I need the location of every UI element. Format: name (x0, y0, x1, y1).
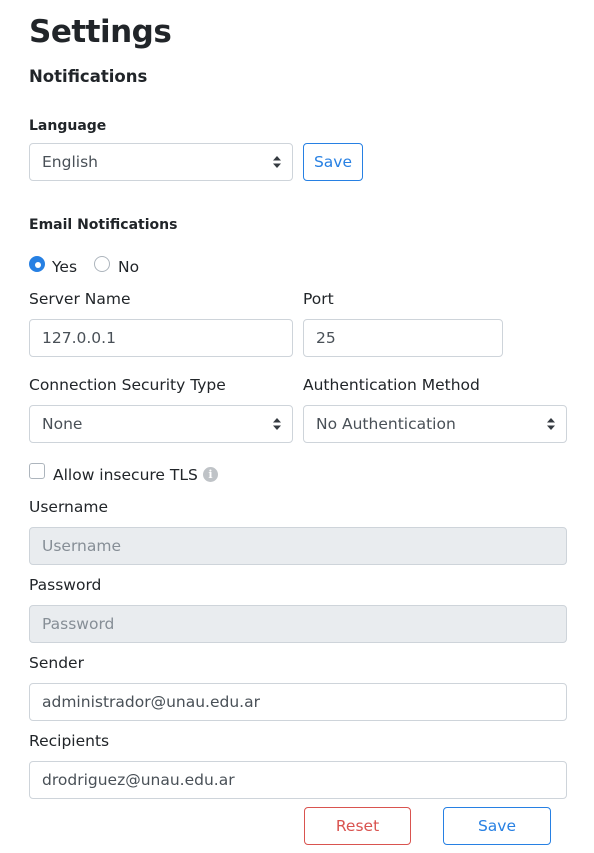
recipients-input[interactable]: drodriguez@unau.edu.ar (29, 761, 567, 799)
sender-input[interactable]: administrador@unau.edu.ar (29, 683, 567, 721)
authentication-method-value: No Authentication (316, 415, 456, 433)
select-arrows-icon (273, 156, 281, 168)
port-input[interactable]: 25 (303, 319, 503, 357)
port-value: 25 (316, 329, 336, 347)
language-select[interactable]: English (29, 143, 293, 181)
server-name-input[interactable]: 127.0.0.1 (29, 319, 293, 357)
email-notifications-yes-radio[interactable] (29, 256, 45, 272)
reset-button[interactable]: Reset (304, 807, 411, 845)
connection-security-label: Connection Security Type (29, 376, 226, 394)
password-placeholder: Password (42, 615, 115, 633)
select-arrows-icon (273, 418, 281, 430)
section-title: Notifications (29, 67, 148, 86)
username-label: Username (29, 498, 109, 516)
allow-insecure-tls-label[interactable]: Allow insecure TLS (53, 464, 198, 486)
allow-insecure-tls-checkbox[interactable] (29, 463, 45, 479)
connection-security-select[interactable]: None (29, 405, 293, 443)
email-notifications-label: Email Notifications (29, 217, 178, 233)
connection-security-value: None (42, 415, 83, 433)
save-button[interactable]: Save (443, 807, 551, 845)
password-input[interactable]: Password (29, 605, 567, 643)
username-input[interactable]: Username (29, 527, 567, 565)
language-select-value: English (42, 153, 98, 171)
select-arrows-icon (547, 418, 555, 430)
authentication-method-label: Authentication Method (303, 376, 480, 394)
email-notifications-yes-label[interactable]: Yes (52, 256, 77, 278)
page-title: Settings (29, 14, 172, 50)
server-name-value: 127.0.0.1 (42, 329, 116, 347)
recipients-label: Recipients (29, 732, 110, 750)
username-placeholder: Username (42, 537, 122, 555)
authentication-method-select[interactable]: No Authentication (303, 405, 567, 443)
email-notifications-no-radio[interactable] (94, 256, 110, 272)
sender-label: Sender (29, 654, 84, 672)
server-name-label: Server Name (29, 290, 131, 308)
language-label: Language (29, 118, 107, 134)
sender-value: administrador@unau.edu.ar (42, 693, 260, 711)
port-label: Port (303, 290, 334, 308)
password-label: Password (29, 576, 102, 594)
language-save-button[interactable]: Save (303, 143, 363, 181)
info-icon[interactable]: i (203, 467, 218, 482)
recipients-value: drodriguez@unau.edu.ar (42, 771, 235, 789)
email-notifications-no-label[interactable]: No (118, 256, 139, 278)
